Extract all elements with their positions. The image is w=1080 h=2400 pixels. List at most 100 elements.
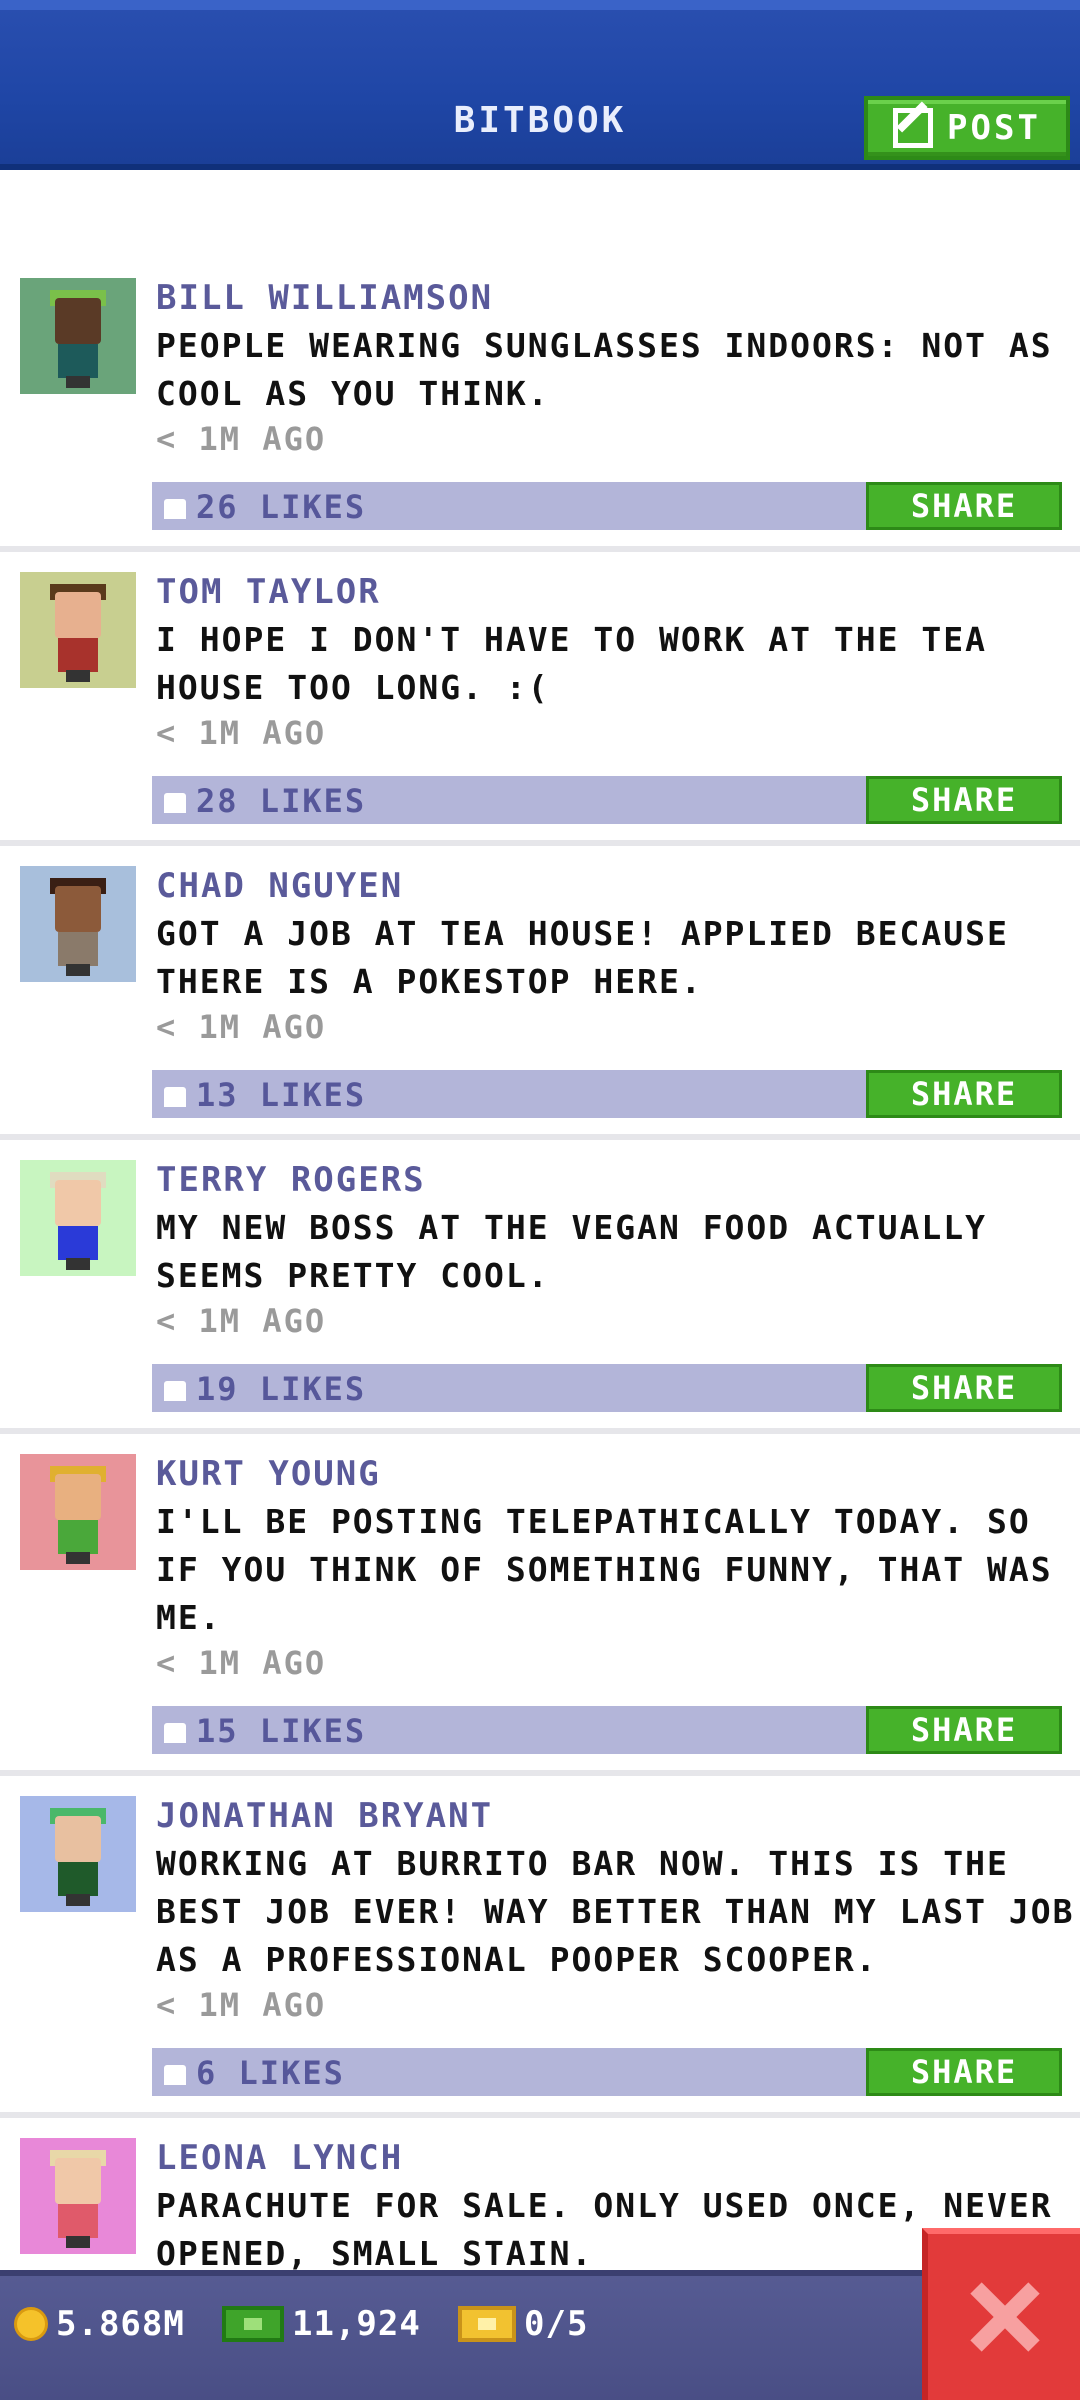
post-author[interactable]: JONATHAN BRYANT — [156, 1796, 493, 1836]
thumbs-up-icon — [164, 1381, 186, 1401]
avatar[interactable] — [20, 1796, 136, 1912]
thumbs-up-icon — [164, 1087, 186, 1107]
feed-post: CHAD NGUYEN GOT A JOB AT TEA HOUSE! APPLI… — [0, 846, 1080, 1140]
compose-icon — [893, 108, 934, 148]
coin-icon — [14, 2307, 48, 2341]
post-text: GOT A JOB AT TEA HOUSE! APPLIED BECAUSE … — [156, 914, 1009, 1001]
avatar[interactable] — [20, 278, 136, 394]
share-button[interactable]: SHARE — [866, 776, 1062, 824]
avatar-head — [55, 886, 101, 932]
avatar[interactable] — [20, 572, 136, 688]
cash-icon — [222, 2306, 284, 2342]
like-bar[interactable]: 6 LIKES SHARE — [152, 2048, 1062, 2096]
like-count: 15 LIKES — [196, 1712, 367, 1750]
post-text: MY NEW BOSS AT THE VEGAN FOOD ACTUALLY S… — [156, 1208, 987, 1295]
avatar-head — [55, 1180, 101, 1226]
post-author[interactable]: CHAD NGUYEN — [156, 866, 403, 906]
tickets-stat: 0/5 — [458, 2304, 588, 2344]
like-button[interactable]: 13 LIKES — [164, 1076, 366, 1114]
post-author[interactable]: TOM TAYLOR — [156, 572, 381, 612]
post-author[interactable]: KURT YOUNG — [156, 1454, 381, 1494]
avatar-body — [58, 1862, 98, 1896]
thumbs-up-icon — [164, 2065, 186, 2085]
post-text: I'LL BE POSTING TELEPATHICALLY TODAY. SO… — [156, 1502, 1053, 1637]
avatar-legs — [66, 1258, 90, 1270]
coins-value: 5.868M — [56, 2304, 185, 2344]
share-button[interactable]: SHARE — [866, 482, 1062, 530]
share-button[interactable]: SHARE — [866, 1364, 1062, 1412]
post-time: < 1M AGO — [156, 714, 327, 752]
thumbs-up-icon — [164, 793, 186, 813]
like-bar[interactable]: 13 LIKES SHARE — [152, 1070, 1062, 1118]
feed-post: KURT YOUNG I'LL BE POSTING TELEPATHICALLY… — [0, 1434, 1080, 1776]
avatar-body — [58, 1226, 98, 1260]
feed-list[interactable]: BILL WILLIAMSON PEOPLE WEARING SUNGLASSES… — [0, 258, 1080, 2318]
avatar-body — [58, 638, 98, 672]
like-count: 13 LIKES — [196, 1076, 367, 1114]
post-author[interactable]: LEONA LYNCH — [156, 2138, 403, 2178]
avatar-body — [58, 1520, 98, 1554]
avatar-legs — [66, 1894, 90, 1906]
avatar[interactable] — [20, 866, 136, 982]
avatar-head — [55, 298, 101, 344]
post-text: PEOPLE WEARING SUNGLASSES INDOORS: NOT A… — [156, 326, 1053, 413]
like-count: 28 LIKES — [196, 782, 367, 820]
avatar-legs — [66, 964, 90, 976]
feed-post: JONATHAN BRYANT WORKING AT BURRITO BAR NO… — [0, 1776, 1080, 2118]
feed-post: BILL WILLIAMSON PEOPLE WEARING SUNGLASSES… — [0, 258, 1080, 552]
avatar-body — [58, 2204, 98, 2238]
avatar-body — [58, 344, 98, 378]
like-button[interactable]: 26 LIKES — [164, 488, 366, 526]
post-author[interactable]: BILL WILLIAMSON — [156, 278, 493, 318]
avatar-legs — [66, 1552, 90, 1564]
like-button[interactable]: 19 LIKES — [164, 1370, 366, 1408]
post-text: I HOPE I DON'T HAVE TO WORK AT THE TEA H… — [156, 620, 987, 707]
avatar[interactable] — [20, 2138, 136, 2254]
like-button[interactable]: 6 LIKES — [164, 2054, 345, 2092]
avatar-head — [55, 2158, 101, 2204]
feed-post: TOM TAYLOR I HOPE I DON'T HAVE TO WORK AT… — [0, 552, 1080, 846]
post-time: < 1M AGO — [156, 420, 327, 458]
post-time: < 1M AGO — [156, 1302, 327, 1340]
ticket-icon — [458, 2306, 516, 2342]
like-bar[interactable]: 19 LIKES SHARE — [152, 1364, 1062, 1412]
cash-stat: 11,924 — [222, 2304, 421, 2344]
status-bar: 5.868M 11,924 0/5 — [0, 2270, 1080, 2400]
post-button-label: POST — [947, 108, 1041, 148]
close-button[interactable] — [922, 2228, 1080, 2400]
close-icon — [969, 2282, 1039, 2352]
avatar[interactable] — [20, 1454, 136, 1570]
like-count: 6 LIKES — [196, 2054, 345, 2092]
like-count: 26 LIKES — [196, 488, 367, 526]
share-button[interactable]: SHARE — [866, 1070, 1062, 1118]
post-button[interactable]: POST — [864, 96, 1070, 160]
post-time: < 1M AGO — [156, 1644, 327, 1682]
share-button[interactable]: SHARE — [866, 2048, 1062, 2096]
cash-value: 11,924 — [292, 2304, 421, 2344]
avatar-legs — [66, 2236, 90, 2248]
avatar-head — [55, 1816, 101, 1862]
post-time: < 1M AGO — [156, 1008, 327, 1046]
avatar-legs — [66, 376, 90, 388]
avatar[interactable] — [20, 1160, 136, 1276]
avatar-head — [55, 1474, 101, 1520]
coins-stat: 5.868M — [14, 2304, 185, 2344]
feed-post: TERRY ROGERS MY NEW BOSS AT THE VEGAN FOO… — [0, 1140, 1080, 1434]
thumbs-up-icon — [164, 499, 186, 519]
like-bar[interactable]: 28 LIKES SHARE — [152, 776, 1062, 824]
app-header: BITBOOK POST — [0, 0, 1080, 170]
avatar-head — [55, 592, 101, 638]
share-button[interactable]: SHARE — [866, 1706, 1062, 1754]
like-bar[interactable]: 15 LIKES SHARE — [152, 1706, 1062, 1754]
thumbs-up-icon — [164, 1723, 186, 1743]
like-bar[interactable]: 26 LIKES SHARE — [152, 482, 1062, 530]
avatar-legs — [66, 670, 90, 682]
header-top-stripe — [0, 0, 1080, 10]
post-text: WORKING AT BURRITO BAR NOW. THIS IS THE … — [156, 1844, 1075, 1979]
like-count: 19 LIKES — [196, 1370, 367, 1408]
tickets-value: 0/5 — [524, 2304, 589, 2344]
avatar-body — [58, 932, 98, 966]
post-author[interactable]: TERRY ROGERS — [156, 1160, 426, 1200]
like-button[interactable]: 28 LIKES — [164, 782, 366, 820]
like-button[interactable]: 15 LIKES — [164, 1712, 366, 1750]
